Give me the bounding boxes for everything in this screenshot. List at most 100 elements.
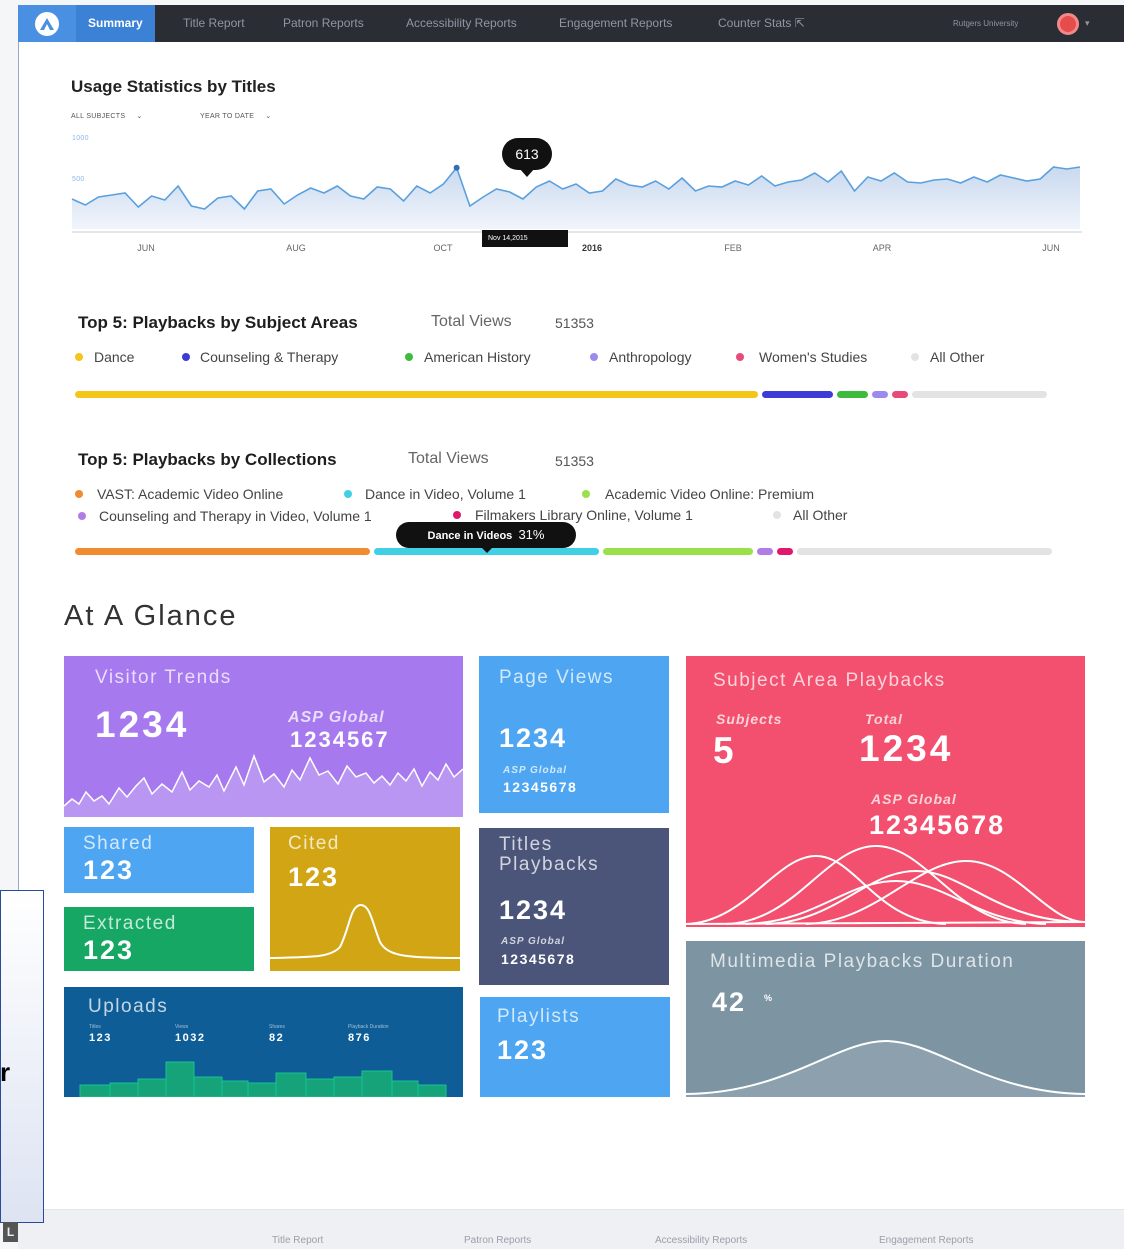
bar-segment[interactable]	[911, 391, 1048, 398]
titles-global-label: ASP Global	[501, 936, 566, 947]
subjects-total-label: Total Views	[431, 313, 512, 330]
bar-segment[interactable]	[797, 548, 1053, 555]
titles-playbacks-card[interactable]: Titles Playbacks 1234 ASP Global 1234567…	[479, 828, 669, 985]
legend-label: All Other	[930, 349, 985, 365]
legend-anthropology[interactable]: Anthropology	[590, 349, 692, 365]
x-label-2016: 2016	[581, 243, 603, 253]
page-views-global-value: 12345678	[503, 779, 578, 795]
titles-playbacks-title-2: Playbacks	[499, 854, 600, 875]
legend-dot	[78, 512, 86, 520]
bar-segment[interactable]	[777, 548, 794, 555]
x-label-feb: FEB	[724, 243, 742, 253]
bar-segment[interactable]	[762, 391, 833, 398]
legend-dot	[453, 511, 461, 519]
legend-dance[interactable]: Dance	[75, 349, 134, 365]
legend-vast[interactable]: VAST: Academic Video Online	[75, 486, 283, 502]
footer-link-accessibility-reports[interactable]: Accessibility Reports	[655, 1235, 747, 1246]
page-views-global-label: ASP Global	[503, 765, 568, 776]
subject-playbacks-card[interactable]: Subject Area Playbacks Subjects 5 Total …	[686, 656, 1085, 927]
uploads-card[interactable]: Uploads Titles 123 Views 1032 Shares 82 …	[64, 987, 463, 1097]
x-label-aug: AUG	[286, 243, 306, 253]
legend-dot	[590, 353, 598, 361]
corner-badge: L	[3, 1222, 18, 1242]
legend-american-history[interactable]: American History	[405, 349, 531, 365]
page-views-value: 1234	[499, 723, 568, 753]
legend-label: Filmakers Library Online, Volume 1	[475, 507, 693, 523]
cited-card[interactable]: Cited 123	[270, 827, 460, 971]
page-views-card[interactable]: Page Views 1234 ASP Global 12345678	[479, 656, 669, 813]
titles-global-value: 12345678	[501, 951, 576, 967]
legend-label: Women's Studies	[759, 349, 868, 365]
legend-dot	[75, 490, 83, 498]
cited-curve	[270, 904, 460, 959]
duration-curve	[686, 1039, 1085, 1097]
bar-segment[interactable]	[602, 548, 754, 555]
legend-all-other[interactable]: All Other	[911, 349, 984, 365]
shared-title: Shared	[83, 833, 154, 854]
legend-label: Dance in Video, Volume 1	[365, 486, 526, 502]
glance-title: At A Glance	[64, 600, 238, 632]
playlists-value: 123	[497, 1035, 549, 1065]
visitor-trends-card[interactable]: Visitor Trends 1234 ASP Global 1234567	[64, 656, 463, 817]
collections-title: Top 5: Playbacks by Collections	[78, 450, 337, 469]
date-tooltip: Nov 14,2015	[482, 230, 568, 247]
collection-tooltip-pct: 31%	[518, 527, 545, 542]
x-label-jun-2: JUN	[1042, 243, 1060, 253]
collection-tooltip-pointer	[480, 546, 494, 553]
footer-link-patron-reports[interactable]: Patron Reports	[464, 1235, 531, 1246]
legend-label: Counseling & Therapy	[200, 349, 339, 365]
x-label-apr: APR	[872, 243, 892, 253]
extracted-card[interactable]: Extracted 123	[64, 907, 254, 971]
collections-total: 51353	[555, 453, 594, 469]
extracted-value: 123	[83, 935, 135, 965]
legend-dot	[344, 490, 352, 498]
page-views-title: Page Views	[499, 667, 614, 688]
x-label-jun: JUN	[137, 243, 155, 253]
shared-value: 123	[83, 855, 135, 885]
legend-dot	[182, 353, 190, 361]
collection-tooltip: Dance in Videos 31%	[396, 522, 576, 548]
playlists-title: Playlists	[497, 1006, 581, 1027]
collection-tooltip-name: Dance in Videos	[427, 530, 513, 542]
duration-card[interactable]: Multimedia Playbacks Duration 42 %	[686, 941, 1085, 1097]
legend-label: Dance	[94, 349, 135, 365]
legend-dot	[911, 353, 919, 361]
legend-label: Academic Video Online: Premium	[605, 486, 815, 502]
subjects-total: 51353	[555, 315, 594, 331]
extracted-title: Extracted	[83, 913, 177, 934]
legend-all-other-2[interactable]: All Other	[773, 507, 847, 523]
legend-label: VAST: Academic Video Online	[97, 486, 284, 502]
footer-link-title-report[interactable]: Title Report	[272, 1235, 323, 1246]
bar-segment[interactable]	[75, 548, 370, 555]
legend-dot	[75, 353, 83, 361]
bar-segment[interactable]	[891, 391, 908, 398]
visitor-sparkline	[64, 753, 463, 817]
legend-label: American History	[424, 349, 531, 365]
overlay-text: r	[0, 1057, 11, 1087]
bar-segment[interactable]	[75, 391, 759, 398]
x-label-oct: OCT	[433, 243, 453, 253]
legend-label: Anthropology	[609, 349, 692, 365]
bar-segment[interactable]	[871, 391, 888, 398]
legend-womens-studies[interactable]: Women's Studies	[736, 349, 867, 365]
bar-segment[interactable]	[757, 548, 774, 555]
legend-label: All Other	[793, 507, 848, 523]
legend-filmakers[interactable]: Filmakers Library Online, Volume 1	[453, 507, 693, 523]
titles-playbacks-value: 1234	[499, 895, 568, 925]
usage-chart	[71, 164, 1082, 233]
legend-dot	[736, 353, 744, 361]
subject-curves	[686, 844, 1085, 925]
legend-academic-premium[interactable]: Academic Video Online: Premium	[582, 486, 814, 502]
legend-counseling[interactable]: Counseling & Therapy	[182, 349, 338, 365]
shared-card[interactable]: Shared 123	[64, 827, 254, 893]
subjects-title: Top 5: Playbacks by Subject Areas	[78, 313, 358, 332]
footer-link-engagement-reports[interactable]: Engagement Reports	[879, 1235, 974, 1246]
legend-dot	[405, 353, 413, 361]
highlight-point[interactable]	[453, 164, 460, 171]
legend-dot	[773, 511, 781, 519]
legend-counseling-video[interactable]: Counseling and Therapy in Video, Volume …	[78, 508, 372, 524]
playlists-card[interactable]: Playlists 123	[480, 997, 670, 1097]
bar-segment[interactable]	[836, 391, 868, 398]
legend-dance-in-video[interactable]: Dance in Video, Volume 1	[344, 486, 526, 502]
value-tooltip-pointer	[519, 168, 535, 177]
